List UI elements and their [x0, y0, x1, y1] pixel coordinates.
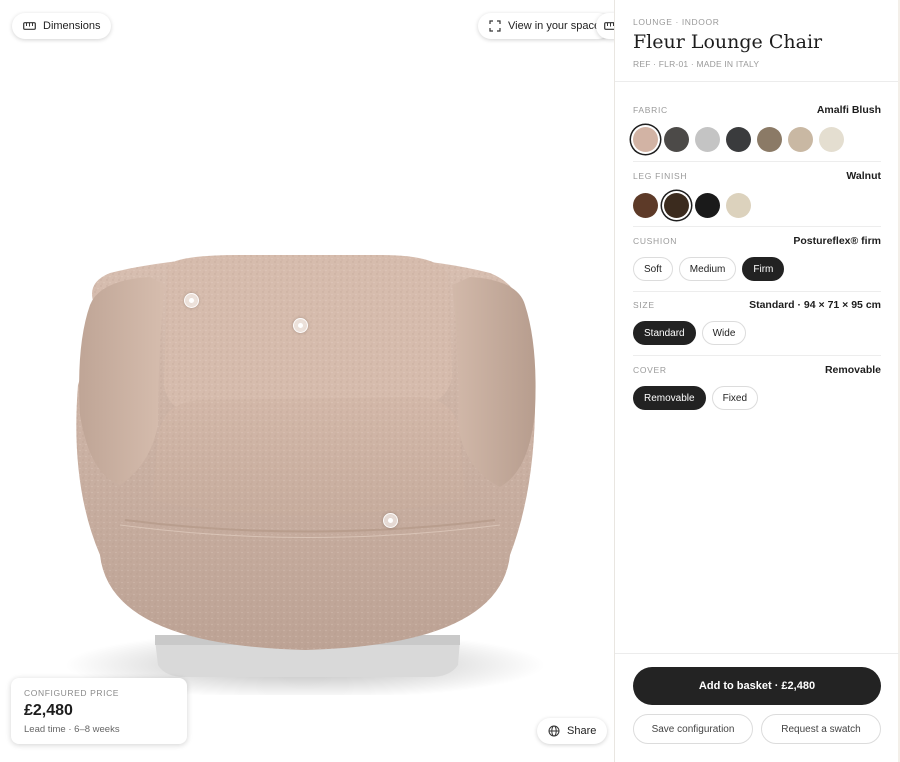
configured-price-card: CONFIGURED PRICE £2,480 Lead time · 6–8 … — [11, 678, 187, 744]
share-label: Share — [567, 725, 597, 737]
size-option-wide[interactable]: Wide — [701, 321, 747, 345]
leg-finish-label: LEG FINISH — [633, 171, 688, 181]
cover-options: Removable Fixed — [633, 386, 881, 410]
leg-finish-swatch-1[interactable] — [633, 193, 658, 218]
cushion-label: CUSHION — [633, 236, 678, 246]
leg-finish-value: Walnut — [846, 170, 881, 182]
leg-finish-swatch-4[interactable] — [726, 193, 751, 218]
size-option-standard[interactable]: Standard — [633, 321, 696, 345]
fabric-label: FABRIC — [633, 105, 668, 115]
cover-section: COVER Removable Removable Fixed — [633, 364, 881, 421]
cover-label: COVER — [633, 365, 667, 375]
cushion-value: Postureflex® firm — [793, 235, 881, 247]
globe-icon — [548, 725, 560, 737]
fabric-swatch-7[interactable] — [819, 127, 844, 152]
fabric-swatch-2[interactable] — [664, 127, 689, 152]
price-value: £2,480 — [24, 702, 73, 719]
request-swatch-button[interactable]: Request a swatch — [761, 714, 881, 744]
expand-icon — [489, 20, 501, 32]
ruler-icon — [604, 22, 614, 30]
view-in-space-label: View in your space — [508, 20, 601, 32]
ruler-icon — [23, 22, 36, 30]
cover-option-removable[interactable]: Removable — [633, 386, 706, 410]
leg-finish-section: LEG FINISH Walnut — [633, 170, 881, 227]
size-section: SIZE Standard · 94 × 71 × 95 cm Standard… — [633, 299, 881, 356]
price-label: CONFIGURED PRICE — [24, 688, 120, 698]
hotspot-marker[interactable] — [184, 293, 199, 308]
product-reference: REF · FLR-01 · MADE IN ITALY — [633, 59, 760, 69]
cushion-section: CUSHION Postureflex® firm Soft Medium Firm — [633, 235, 881, 292]
panel-footer: Add to basket · £2,480 Save configuratio… — [615, 653, 899, 762]
view-in-space-button[interactable]: View in your space — [478, 13, 612, 39]
share-button[interactable]: Share — [537, 718, 608, 744]
dimensions-label: Dimensions — [43, 20, 101, 32]
add-to-basket-button[interactable]: Add to basket · £2,480 — [633, 667, 881, 705]
fabric-value: Amalfi Blush — [816, 104, 881, 116]
product-header: LOUNGE · INDOOR Fleur Lounge Chair REF ·… — [615, 0, 898, 82]
cover-option-fixed[interactable]: Fixed — [711, 386, 759, 410]
size-options: Standard Wide — [633, 321, 881, 345]
cushion-options: Soft Medium Firm — [633, 257, 881, 281]
size-value: Standard · 94 × 71 × 95 cm — [749, 299, 881, 311]
fabric-swatch-3[interactable] — [695, 127, 720, 152]
size-label: SIZE — [633, 300, 655, 310]
leg-finish-swatches — [633, 193, 881, 218]
configuration-panel: LOUNGE · INDOOR Fleur Lounge Chair REF ·… — [614, 0, 899, 762]
save-configuration-button[interactable]: Save configuration — [633, 714, 753, 744]
fabric-swatch-6[interactable] — [788, 127, 813, 152]
product-category: LOUNGE · INDOOR — [633, 17, 720, 27]
chair-render — [65, 255, 545, 695]
cushion-option-soft[interactable]: Soft — [633, 257, 673, 281]
leg-finish-swatch-2[interactable] — [664, 193, 689, 218]
hotspot-marker[interactable] — [383, 513, 398, 528]
cushion-option-medium[interactable]: Medium — [678, 257, 737, 281]
cushion-option-firm[interactable]: Firm — [742, 257, 785, 281]
fabric-swatch-4[interactable] — [726, 127, 751, 152]
fabric-swatches — [633, 127, 881, 152]
fabric-section: FABRIC Amalfi Blush — [633, 104, 881, 162]
fabric-swatch-1[interactable] — [633, 127, 658, 152]
fabric-swatch-5[interactable] — [757, 127, 782, 152]
dimensions-button[interactable]: Dimensions — [12, 13, 112, 39]
hotspot-marker[interactable] — [293, 318, 308, 333]
leg-finish-swatch-3[interactable] — [695, 193, 720, 218]
product-title: Fleur Lounge Chair — [633, 31, 823, 53]
product-viewer[interactable]: Dimensions View in your space CONFIGURED… — [0, 0, 614, 762]
cover-value: Removable — [824, 364, 881, 376]
lead-time: Lead time · 6–8 weeks — [24, 724, 120, 735]
